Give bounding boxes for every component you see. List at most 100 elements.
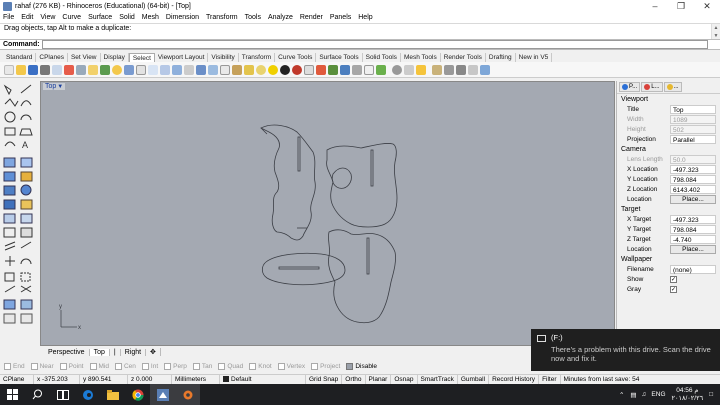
osnap-near[interactable]: Near [30,362,54,370]
viewport-tab-top[interactable]: Top [89,348,110,356]
viewport-tab-front[interactable]: | [110,348,121,356]
panel-tab-properties[interactable]: P... [619,82,641,92]
open-folder-icon[interactable] [16,65,26,75]
panel-tab-more[interactable]: ... [663,82,682,92]
network-icon[interactable]: ▤ [630,391,636,399]
tab-solid-tools[interactable]: Solid Tools [363,53,401,62]
tab-drafting[interactable]: Drafting [486,53,516,62]
osnap-project[interactable]: Project [311,362,340,370]
chrome-taskbar-button[interactable] [125,384,150,405]
toolbar-icon-g[interactable] [480,65,490,75]
shape-center-upper[interactable] [326,143,398,228]
chevron-up-icon[interactable]: ⌃ [619,391,624,399]
light-bulb-icon[interactable] [268,65,278,75]
command-input[interactable] [41,40,708,49]
osnap-disable-checkbox[interactable] [346,362,354,370]
input-language[interactable]: ENG [651,391,665,398]
menu-view[interactable]: View [40,14,55,21]
toolbar-icon-c[interactable] [432,65,442,75]
osnap-perp[interactable]: Perp [164,362,187,370]
grid-snap-toggle[interactable]: Grid Snap [306,374,343,385]
edge-taskbar-button[interactable] [75,384,100,405]
x-location-field[interactable]: -497.323 [670,164,716,174]
menu-panels[interactable]: Panels [330,14,351,21]
osnap-quad-checkbox[interactable] [218,362,226,370]
tab-set-view[interactable]: Set View [68,53,101,62]
wallpaper-show-checkbox[interactable]: ✓ [670,275,677,283]
osnap-vertex[interactable]: Vertex [277,362,305,370]
material-sphere-icon[interactable] [280,65,290,75]
menu-mesh[interactable]: Mesh [142,14,159,21]
close-button[interactable]: ✕ [694,0,720,12]
osnap-end[interactable]: End [4,362,25,370]
toolbar-icon-f[interactable] [468,65,478,75]
tab-display[interactable]: Display [101,53,129,62]
osnap-tan[interactable]: Tan [192,362,212,370]
x-target-field[interactable]: -497.323 [670,214,716,224]
zoom-selected-icon[interactable] [172,65,182,75]
projection-select[interactable]: Parallel [670,134,716,144]
osnap-toggle[interactable]: Osnap [391,374,418,385]
top-viewport[interactable]: Top▼ y x [40,81,615,346]
viewport-tab-right[interactable]: Right [121,348,147,356]
print-icon[interactable] [40,65,50,75]
tab-select[interactable]: Select [128,53,155,62]
four-view-icon[interactable] [184,65,194,75]
set-view-icon[interactable] [208,65,218,75]
camera-place-button[interactable]: Place... [670,194,716,204]
save-icon[interactable] [28,65,38,75]
toolbar-icon-b[interactable] [416,65,426,75]
osnap-mid[interactable]: Mid [89,362,109,370]
settings-taskbar-button[interactable] [175,384,200,405]
osnap-point-checkbox[interactable] [59,362,67,370]
new-file-icon[interactable] [4,65,14,75]
z-location-field[interactable]: 6143.402 [670,184,716,194]
undo-icon[interactable] [100,65,110,75]
mesh-icon[interactable] [376,65,386,75]
volume-icon[interactable]: ♫ [642,391,647,398]
osnap-point[interactable]: Point [59,362,84,370]
tab-transform[interactable]: Transform [239,53,276,62]
select-all-icon[interactable] [220,65,230,75]
osnap-cen-checkbox[interactable] [114,362,122,370]
tab-viewport-layout[interactable]: Viewport Layout [155,53,209,62]
windows-start-button[interactable] [0,384,25,405]
osnap-near-checkbox[interactable] [30,362,38,370]
menu-edit[interactable]: Edit [21,14,33,21]
render-icon[interactable] [392,65,402,75]
dimension-icon[interactable] [364,65,374,75]
cplane-icon[interactable] [196,65,206,75]
osnap-perp-checkbox[interactable] [164,362,172,370]
osnap-knot-checkbox[interactable] [249,362,257,370]
tab-new-in-v5[interactable]: New in V5 [516,53,553,62]
ortho-toggle[interactable]: Ortho [342,374,366,385]
osnap-tan-checkbox[interactable] [192,362,200,370]
smarttrack-toggle[interactable]: SmartTrack [418,374,458,385]
render-sphere-icon[interactable] [292,65,302,75]
shape-center-lower[interactable] [328,229,396,324]
lock-objects-icon[interactable] [244,65,254,75]
units-label[interactable]: Millimeters [172,374,220,385]
osnap-int[interactable]: Int [141,362,158,370]
options-gear-icon[interactable] [340,65,350,75]
viewport-tab-perspective[interactable]: Perspective [44,348,90,356]
menu-surface[interactable]: Surface [88,14,112,21]
taskbar-clock[interactable]: 04:56 م ٢٠١٨/٠٢/٢٦ [672,387,704,403]
menu-analyze[interactable]: Analyze [268,14,293,21]
toolbar-icon-e[interactable] [456,65,466,75]
task-view-button[interactable] [50,384,75,405]
gumball-toggle[interactable]: Gumball [458,374,490,385]
cplane-label[interactable]: CPlane [0,374,34,385]
title-field[interactable]: Top [670,104,716,114]
menu-file[interactable]: File [3,14,14,21]
toolbar-icon-d[interactable] [444,65,454,75]
tab-curve-tools[interactable]: Curve Tools [275,53,317,62]
y-target-field[interactable]: 798.084 [670,224,716,234]
viewport-tab-add[interactable]: ✥ [146,348,161,356]
menu-dimension[interactable]: Dimension [166,14,199,21]
properties-icon[interactable] [304,65,314,75]
rotate-view-icon[interactable] [124,65,134,75]
tab-render-tools[interactable]: Render Tools [441,53,486,62]
rhino-taskbar-button[interactable] [150,384,175,405]
toolbar-icon-a[interactable] [404,65,414,75]
